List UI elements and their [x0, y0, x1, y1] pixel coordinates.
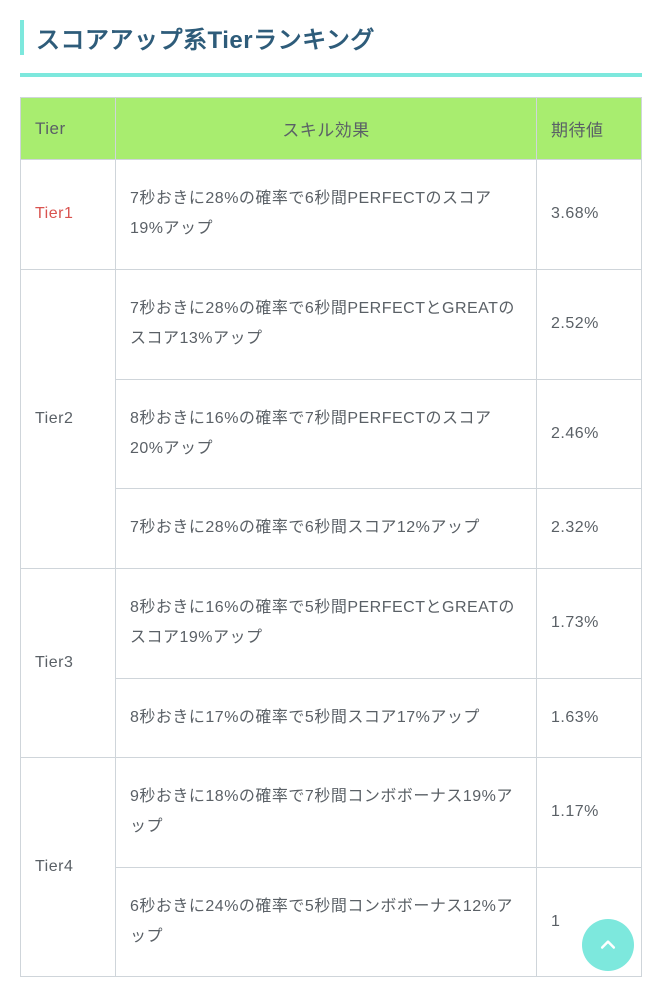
tier-cell: Tier1 — [21, 160, 116, 270]
effect-cell: 8秒おきに17%の確率で5秒間スコア17%アップ — [116, 678, 537, 757]
value-cell: 2.32% — [537, 489, 642, 568]
tier-cell: Tier4 — [21, 757, 116, 977]
header-tier: Tier — [21, 98, 116, 160]
table-body: Tier17秒おきに28%の確率で6秒間PERFECTのスコア19%アップ3.6… — [21, 160, 642, 977]
scroll-top-button[interactable] — [582, 919, 634, 971]
value-cell: 1.17% — [537, 757, 642, 867]
tier-table: Tier スキル効果 期待値 Tier17秒おきに28%の確率で6秒間PERFE… — [20, 97, 642, 977]
header-value: 期待値 — [537, 98, 642, 160]
effect-cell: 9秒おきに18%の確率で7秒間コンボボーナス19%アップ — [116, 757, 537, 867]
value-cell: 3.68% — [537, 160, 642, 270]
effect-cell: 7秒おきに28%の確率で6秒間スコア12%アップ — [116, 489, 537, 568]
value-cell: 2.52% — [537, 269, 642, 379]
table-header-row: Tier スキル効果 期待値 — [21, 98, 642, 160]
tier-cell: Tier2 — [21, 269, 116, 568]
tier-cell: Tier3 — [21, 568, 116, 757]
header-effect: スキル効果 — [116, 98, 537, 160]
section-heading: スコアアップ系Tierランキング — [20, 20, 642, 55]
effect-cell: 7秒おきに28%の確率で6秒間PERFECTのスコア19%アップ — [116, 160, 537, 270]
table-row: Tier38秒おきに16%の確率で5秒間PERFECTとGREATのスコア19%… — [21, 568, 642, 678]
heading-divider — [20, 73, 642, 77]
value-cell: 2.46% — [537, 379, 642, 489]
value-cell: 1.73% — [537, 568, 642, 678]
effect-cell: 8秒おきに16%の確率で5秒間PERFECTとGREATのスコア19%アップ — [116, 568, 537, 678]
table-row: Tier49秒おきに18%の確率で7秒間コンボボーナス19%アップ1.17% — [21, 757, 642, 867]
value-cell: 1.63% — [537, 678, 642, 757]
effect-cell: 7秒おきに28%の確率で6秒間PERFECTとGREATのスコア13%アップ — [116, 269, 537, 379]
effect-cell: 8秒おきに16%の確率で7秒間PERFECTのスコア20%アップ — [116, 379, 537, 489]
table-row: Tier27秒おきに28%の確率で6秒間PERFECTとGREATのスコア13%… — [21, 269, 642, 379]
table-row: Tier17秒おきに28%の確率で6秒間PERFECTのスコア19%アップ3.6… — [21, 160, 642, 270]
effect-cell: 6秒おきに24%の確率で5秒間コンボボーナス12%アップ — [116, 867, 537, 977]
chevron-up-icon — [598, 935, 618, 955]
